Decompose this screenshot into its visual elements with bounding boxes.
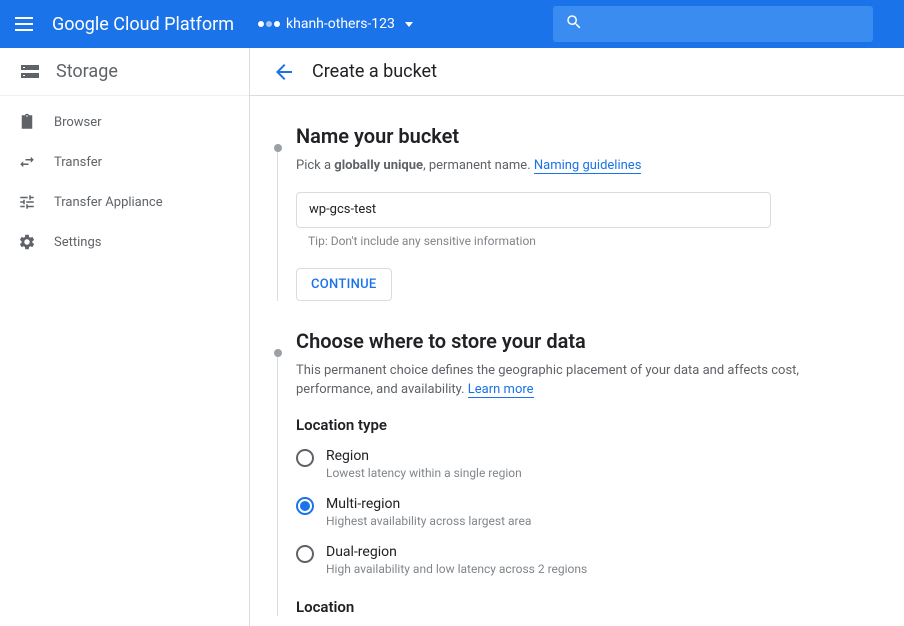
project-name: khanh-others-123 [286,16,395,32]
radio-icon [296,545,314,563]
step-title: Choose where to store your data [296,329,864,353]
sidebar-item-browser[interactable]: Browser [0,102,249,142]
sidebar-item-transfer[interactable]: Transfer [0,142,249,182]
radio-sublabel: Highest availability across largest area [326,514,531,528]
nav-list: Browser Transfer Transfer Appliance Sett… [0,96,249,262]
service-title: Storage [56,61,118,82]
radio-sublabel: Lowest latency within a single region [326,466,522,480]
step-title: Name your bucket [296,124,864,148]
back-arrow-icon[interactable] [272,60,296,84]
sidebar: Storage Browser Transfer Transfer Applia… [0,48,250,626]
sidebar-item-label: Transfer Appliance [54,195,163,210]
radio-label: Multi-region [326,496,531,512]
main-panel: Create a bucket Name your bucket Pick a … [250,48,904,626]
step-description: Pick a globally unique, permanent name. … [296,156,864,176]
continue-button[interactable]: CONTINUE [296,268,392,301]
search-icon [565,13,583,35]
sidebar-item-settings[interactable]: Settings [0,222,249,262]
radio-multi-region[interactable]: Multi-region Highest availability across… [296,496,864,528]
location-type-radio-group: Region Lowest latency within a single re… [296,448,864,576]
step-bullet-icon [274,144,282,152]
project-selector[interactable]: khanh-others-123 [258,16,413,32]
gear-icon [18,233,36,251]
step-bullet-icon [274,349,282,357]
learn-more-link[interactable]: Learn more [468,382,534,398]
menu-icon[interactable] [12,12,36,36]
clipboard-icon [18,113,36,131]
chevron-down-icon [405,22,413,27]
radio-region[interactable]: Region Lowest latency within a single re… [296,448,864,480]
location-type-heading: Location type [296,416,864,434]
radio-label: Dual-region [326,544,587,560]
bucket-name-input[interactable] [296,192,771,228]
radio-label: Region [326,448,522,464]
service-header: Storage [0,48,249,96]
sidebar-item-label: Transfer [54,155,102,170]
page-header: Create a bucket [250,48,904,96]
step-choose-location: Choose where to store your data This per… [274,329,864,616]
radio-icon [296,449,314,467]
step-description: This permanent choice defines the geogra… [296,361,864,400]
sidebar-item-label: Browser [54,115,102,130]
gcp-logo[interactable]: Google Cloud Platform [52,14,234,35]
radio-dual-region[interactable]: Dual-region High availability and low la… [296,544,864,576]
naming-guidelines-link[interactable]: Naming guidelines [534,158,642,174]
top-bar: Google Cloud Platform khanh-others-123 [0,0,904,48]
sidebar-item-transfer-appliance[interactable]: Transfer Appliance [0,182,249,222]
page-title: Create a bucket [312,61,437,82]
sidebar-item-label: Settings [54,235,101,250]
sliders-icon [18,193,36,211]
storage-icon [18,60,42,84]
transfer-icon [18,153,36,171]
step-name-bucket: Name your bucket Pick a globally unique,… [274,124,864,301]
location-heading: Location [296,598,864,616]
radio-icon [296,497,314,515]
project-icon [258,21,280,27]
radio-sublabel: High availability and low latency across… [326,562,587,576]
input-tip: Tip: Don't include any sensitive informa… [296,234,864,248]
search-box[interactable] [553,6,873,42]
